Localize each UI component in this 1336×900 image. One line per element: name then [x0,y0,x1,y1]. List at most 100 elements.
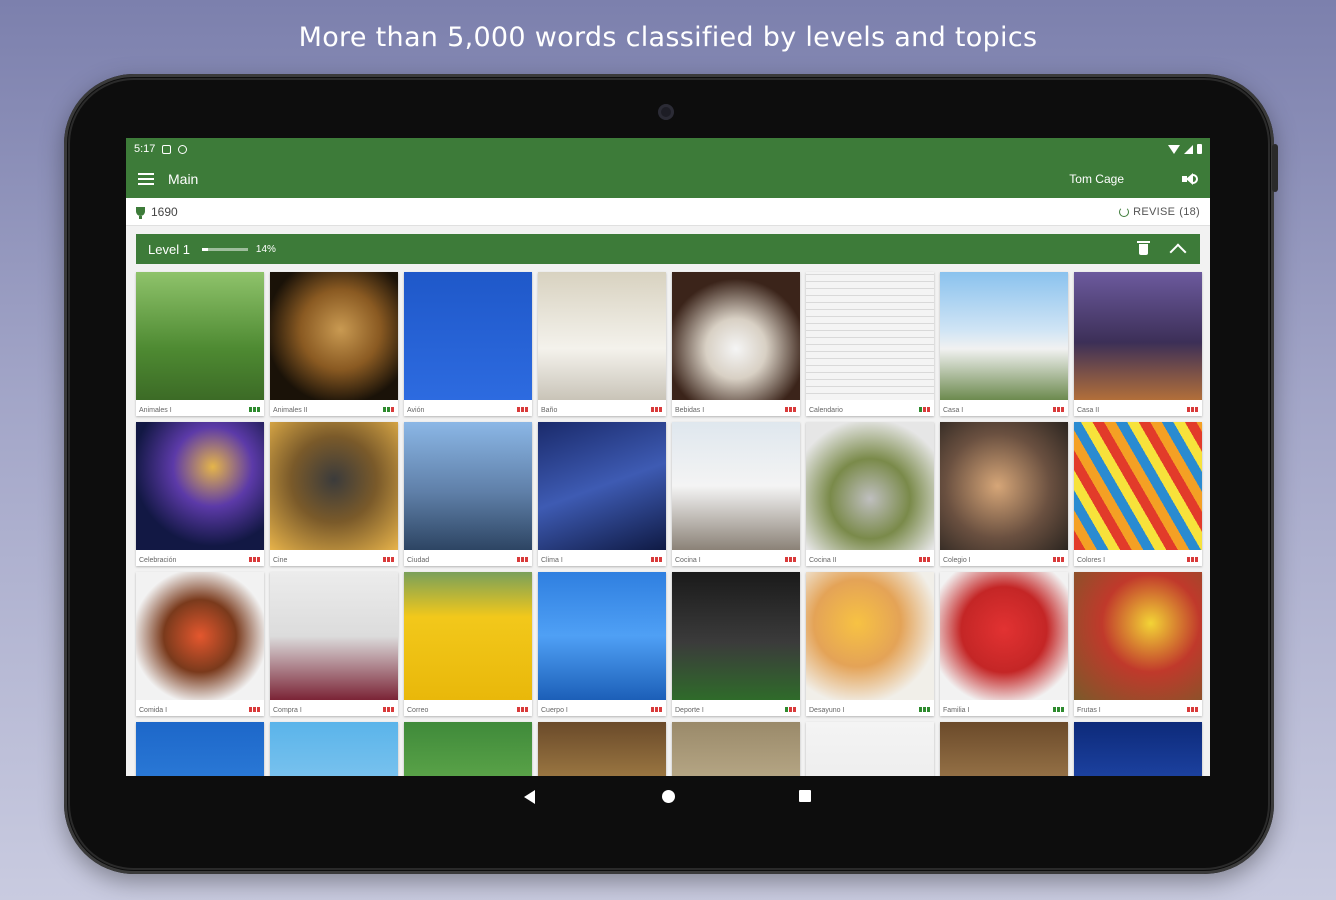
page-title: Main [168,171,199,187]
user-name[interactable]: Tom Cage [1069,172,1124,186]
topic-card[interactable] [136,722,264,776]
topic-card[interactable]: Animales II [270,272,398,416]
headline: More than 5,000 words classified by leve… [298,22,1038,53]
topic-card[interactable]: Celebración [136,422,264,566]
topic-card[interactable]: Casa I [940,272,1068,416]
back-icon[interactable] [524,790,535,804]
topic-card[interactable] [672,722,800,776]
progress-mark [793,407,796,412]
topic-thumbnail [136,572,264,700]
camera-icon [658,104,674,120]
status-bar: 5:17 [126,138,1210,160]
topic-progress-marks [919,557,930,562]
topic-label: Calendario [809,407,843,414]
topic-card[interactable]: Bebidas I [672,272,800,416]
topic-card[interactable]: Desayuno I [806,572,934,716]
progress-mark [525,557,528,562]
topic-card[interactable]: Ciudad [404,422,532,566]
topic-card[interactable]: Familia I [940,572,1068,716]
progress-mark [1061,557,1064,562]
topic-progress-marks [249,707,260,712]
topic-label: Desayuno I [809,707,845,714]
topic-label: Celebración [139,557,177,564]
revise-button[interactable]: REVISE (18) [1119,206,1200,218]
progress-mark [391,407,394,412]
level-header[interactable]: Level 1 14% [136,234,1200,264]
topic-card[interactable]: Casa II [1074,272,1202,416]
topic-card[interactable] [940,722,1068,776]
topic-card[interactable]: Cocina I [672,422,800,566]
progress-mark [517,407,520,412]
topic-card[interactable]: Comida I [136,572,264,716]
topic-progress-marks [383,407,394,412]
battery-icon [1197,144,1202,154]
progress-mark [253,707,256,712]
topic-card[interactable]: Deporte I [672,572,800,716]
trophy-icon [136,207,145,219]
progress-mark [1053,707,1056,712]
topic-label: Frutas I [1077,707,1101,714]
topic-card[interactable] [538,722,666,776]
topic-card[interactable] [1074,722,1202,776]
topic-card[interactable]: Colegio I [940,422,1068,566]
topic-thumbnail [672,272,800,400]
progress-mark [923,407,926,412]
topic-card[interactable]: Cine [270,422,398,566]
topic-card[interactable]: Animales I [136,272,264,416]
topic-thumbnail [404,722,532,776]
progress-mark [525,407,528,412]
recent-apps-icon[interactable] [799,790,811,802]
system-nav-bar [0,778,1336,818]
topic-progress-marks [785,407,796,412]
topic-label: Animales I [139,407,172,414]
progress-mark [793,707,796,712]
topic-label: Cuerpo I [541,707,568,714]
topic-label: Comida I [139,707,168,714]
level-progress-bar [201,247,248,251]
topic-card[interactable]: Clima I [538,422,666,566]
topic-thumbnail [404,272,532,400]
topic-card[interactable]: Frutas I [1074,572,1202,716]
topic-card[interactable] [806,722,934,776]
topic-card[interactable] [270,722,398,776]
topic-card[interactable]: Correo [404,572,532,716]
topic-card[interactable]: Cuerpo I [538,572,666,716]
topic-card[interactable]: Colores I [1074,422,1202,566]
topic-progress-marks [1187,707,1198,712]
progress-mark [1053,557,1056,562]
topic-card[interactable]: Avión [404,272,532,416]
topic-thumbnail [672,572,800,700]
signal-icon [1184,144,1193,154]
topic-card[interactable]: Calendario [806,272,934,416]
progress-mark [1061,407,1064,412]
topic-thumbnail [806,422,934,550]
progress-mark [789,557,792,562]
progress-mark [383,707,386,712]
progress-mark [387,407,390,412]
progress-mark [521,407,524,412]
progress-mark [923,557,926,562]
home-icon[interactable] [662,790,675,803]
topic-progress-marks [785,707,796,712]
chevron-up-icon[interactable] [1169,243,1187,261]
topic-thumbnail [404,572,532,700]
speaker-icon[interactable] [1182,172,1198,186]
topic-card[interactable] [404,722,532,776]
progress-mark [923,707,926,712]
topic-progress-marks [651,707,662,712]
trash-icon[interactable] [1137,240,1150,255]
topic-card[interactable]: Baño [538,272,666,416]
app-screen: 5:17 Main Tom Cage 1690 REVISE (18) Leve… [126,138,1210,776]
topic-progress-marks [1187,557,1198,562]
topic-card[interactable]: Compra I [270,572,398,716]
topic-thumbnail [1074,272,1202,400]
topic-thumbnail [538,272,666,400]
progress-mark [1057,557,1060,562]
status-time: 5:17 [134,143,156,155]
topic-thumbnail [270,272,398,400]
progress-mark [919,557,922,562]
menu-icon[interactable] [138,173,154,185]
progress-mark [383,557,386,562]
topic-card[interactable]: Cocina II [806,422,934,566]
progress-mark [651,407,654,412]
